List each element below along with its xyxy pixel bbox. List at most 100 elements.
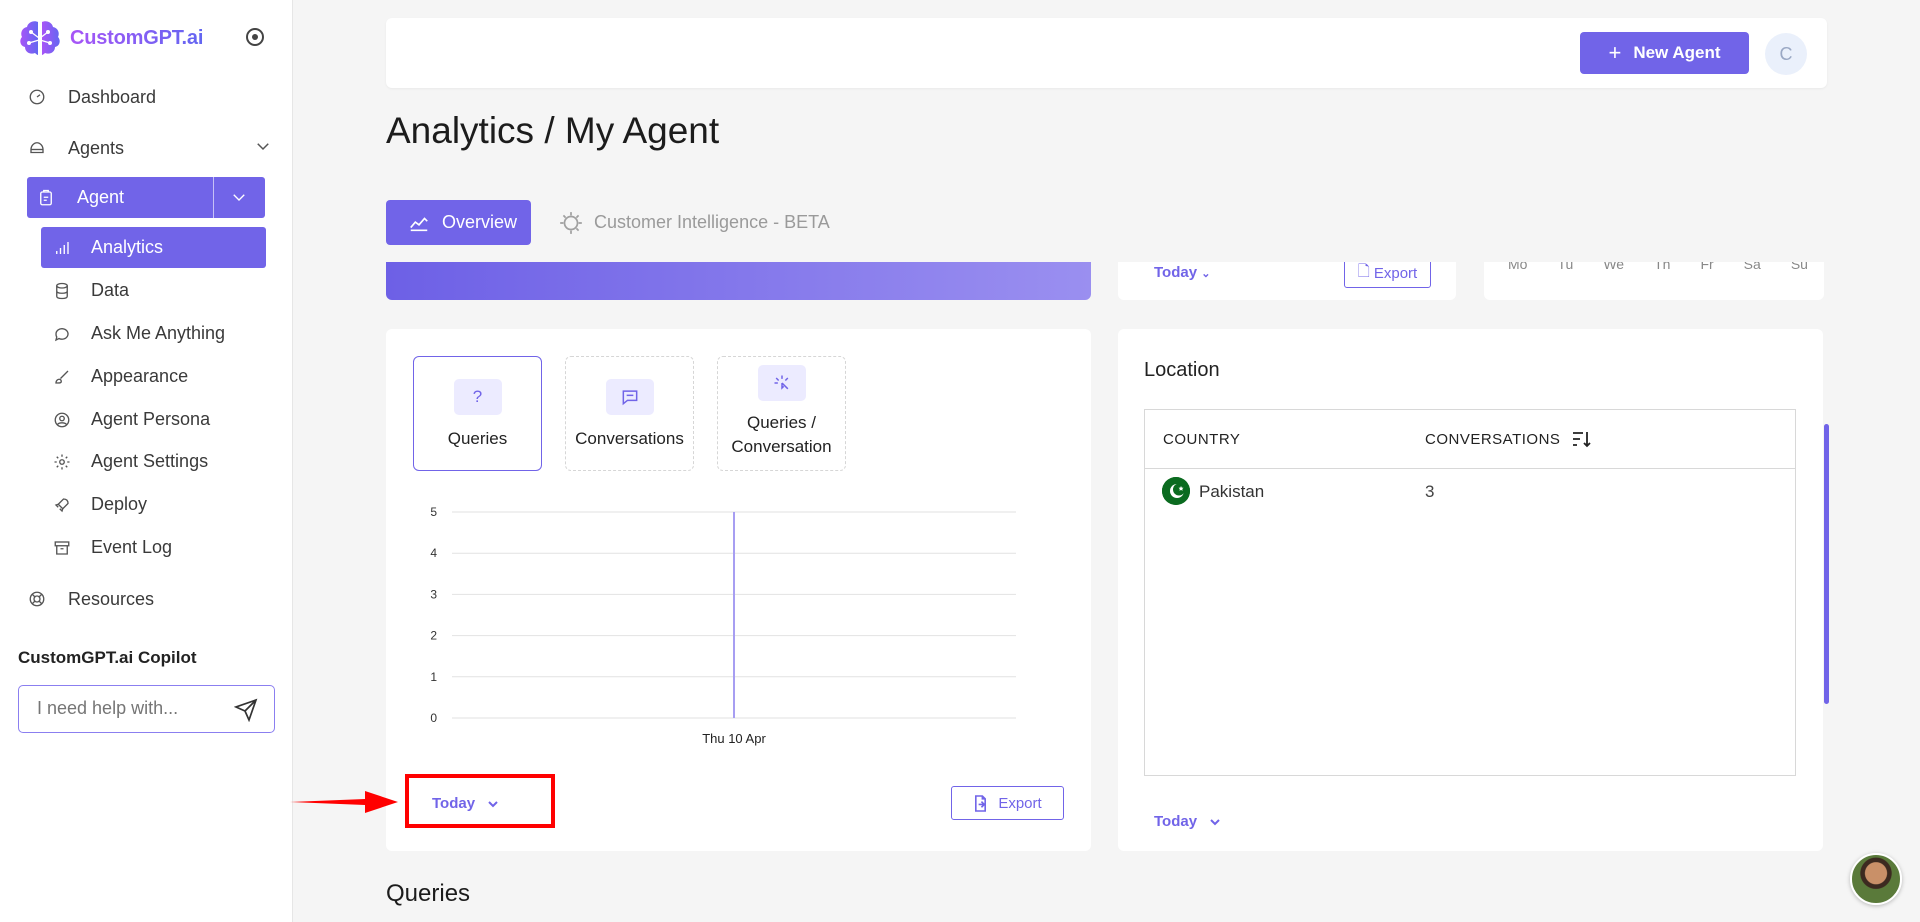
weekday: Su [1790, 262, 1808, 272]
sidebar-item-label: Agent Settings [91, 451, 209, 471]
tab-label: Customer Intelligence - BETA [594, 212, 830, 232]
file-export-icon [975, 794, 987, 812]
sidebar-item-agent-settings[interactable]: Agent Settings [41, 441, 266, 482]
annotation-arrow [290, 791, 398, 813]
chevron-down-icon[interactable] [254, 137, 272, 160]
weekday: Mo [1508, 262, 1528, 272]
sidebar-item-event-log[interactable]: Event Log [41, 527, 266, 568]
sidebar-item-label: Agents [68, 137, 125, 158]
new-agent-button[interactable]: + New Agent [1580, 32, 1749, 74]
clipboard-icon [37, 189, 55, 207]
summary-banner [386, 262, 1091, 300]
user-circle-icon [53, 411, 71, 429]
sidebar-item-label: Data [91, 280, 130, 300]
tab-overview[interactable]: Overview [386, 200, 531, 245]
send-icon[interactable] [233, 698, 258, 727]
table-row: Pakistan 3 [1145, 469, 1795, 513]
y-tick-label: 1 [430, 670, 437, 684]
line-chart-icon [410, 216, 428, 231]
y-tick-label: 5 [430, 505, 437, 519]
sidebar-item-label: Ask Me Anything [91, 323, 226, 343]
divider [213, 177, 214, 218]
agents-icon [28, 139, 46, 157]
tab-customer-intelligence[interactable]: Customer Intelligence - BETA [558, 200, 830, 245]
tab-label: Overview [442, 212, 518, 232]
top-bar: + New Agent C [386, 18, 1827, 88]
archive-icon [53, 539, 71, 557]
export-button[interactable]: Export [951, 786, 1064, 820]
agent-button-label: Agent [77, 187, 125, 207]
scrollbar[interactable] [1824, 424, 1829, 704]
scrolled-cards-row: Today ⌄ 🗋 Export Mo Tu We Th Fr Sa Su [386, 262, 1826, 302]
queries-chart: 0 1 2 3 4 5 Thu 10 Apr [430, 505, 1016, 746]
annotation-highlight-box [405, 774, 555, 828]
rocket-icon [53, 496, 71, 514]
export-label: Export [998, 794, 1042, 812]
y-tick-label: 0 [430, 711, 437, 725]
sidebar-collapse-icon[interactable] [246, 28, 264, 46]
y-tick-label: 2 [430, 629, 437, 643]
sidebar-item-label: Resources [68, 588, 155, 609]
sidebar-item-label: Agent Persona [91, 409, 211, 429]
sidebar-item-label: Event Log [91, 537, 173, 557]
today-dropdown[interactable]: Today ⌄ [1154, 264, 1210, 281]
weekday: Tu [1557, 262, 1574, 272]
user-avatar[interactable]: C [1765, 33, 1807, 75]
y-tick-label: 3 [430, 587, 437, 601]
sidebar-item-resources[interactable]: Resources [28, 580, 154, 618]
calendar-card: Mo Tu We Th Fr Sa Su [1484, 262, 1824, 300]
database-icon [53, 282, 71, 300]
lifebuoy-icon [28, 590, 46, 608]
x-tick-label: Thu 10 Apr [702, 731, 766, 746]
column-header-conversations[interactable]: CONVERSATIONS [1425, 431, 1560, 448]
bar-chart-icon [53, 239, 71, 257]
queries-chart-card: ? Queries Conversations Queries / Conver… [386, 329, 1091, 851]
sidebar-item-agents[interactable]: Agents [28, 129, 269, 167]
weekday: Fr [1700, 262, 1714, 272]
y-tick-label: 4 [430, 546, 437, 560]
brain-logo-icon [20, 21, 60, 55]
chat-icon [53, 325, 71, 343]
lightbulb-gear-icon [560, 211, 582, 234]
chevron-down-icon[interactable] [230, 188, 248, 211]
brush-icon [53, 368, 71, 386]
copilot-input[interactable] [37, 698, 227, 719]
sidebar-item-label: Deploy [91, 494, 148, 514]
file-export-icon: 🗋 [1357, 262, 1370, 280]
page-title: Analytics / My Agent [386, 110, 720, 151]
sort-icon[interactable] [1572, 430, 1592, 452]
location-card: Location COUNTRY CONVERSATIONS Pakistan … [1118, 329, 1823, 851]
table-header: COUNTRY CONVERSATIONS [1145, 410, 1795, 469]
copilot-input-box [18, 685, 275, 733]
location-table: COUNTRY CONVERSATIONS Pakistan 3 [1144, 409, 1796, 776]
bar[interactable] [733, 512, 735, 718]
section-title-queries: Queries [386, 880, 471, 907]
sidebar-item-appearance[interactable]: Appearance [41, 356, 266, 397]
plus-icon: + [1608, 40, 1622, 65]
sidebar-item-ask-me-anything[interactable]: Ask Me Anything [41, 313, 266, 354]
conversation-count: 3 [1425, 482, 1435, 501]
sidebar-item-agent-persona[interactable]: Agent Persona [41, 399, 266, 440]
support-chat-avatar[interactable] [1850, 853, 1902, 905]
sidebar-item-dashboard[interactable]: Dashboard [28, 78, 156, 116]
sidebar-item-label: Appearance [91, 366, 189, 386]
sidebar-item-label: Analytics [91, 237, 164, 257]
gear-icon [53, 453, 71, 471]
calendar-weekdays: Mo Tu We Th Fr Sa Su [1508, 262, 1808, 272]
sidebar-item-analytics[interactable]: Analytics [41, 227, 266, 268]
sidebar: CustomGPT.ai Dashboard Agents Agent Anal… [0, 0, 293, 922]
agent-dropdown-button[interactable]: Agent [27, 177, 265, 218]
column-header-country[interactable]: COUNTRY [1163, 431, 1240, 448]
copilot-title: CustomGPT.ai Copilot [18, 648, 197, 667]
sidebar-item-data[interactable]: Data [41, 270, 266, 311]
sidebar-item-label: Dashboard [68, 86, 157, 107]
today-dropdown[interactable]: Today [1154, 813, 1221, 830]
logo[interactable]: CustomGPT.ai [18, 18, 203, 58]
weekday: We [1603, 262, 1625, 272]
sidebar-item-deploy[interactable]: Deploy [41, 484, 266, 525]
today-label: Today [1154, 813, 1198, 830]
stats-card: Today ⌄ 🗋 Export [1118, 262, 1456, 300]
dashboard-icon [28, 88, 46, 106]
export-button[interactable]: 🗋 Export [1344, 262, 1431, 288]
chevron-down-icon [1210, 818, 1220, 825]
